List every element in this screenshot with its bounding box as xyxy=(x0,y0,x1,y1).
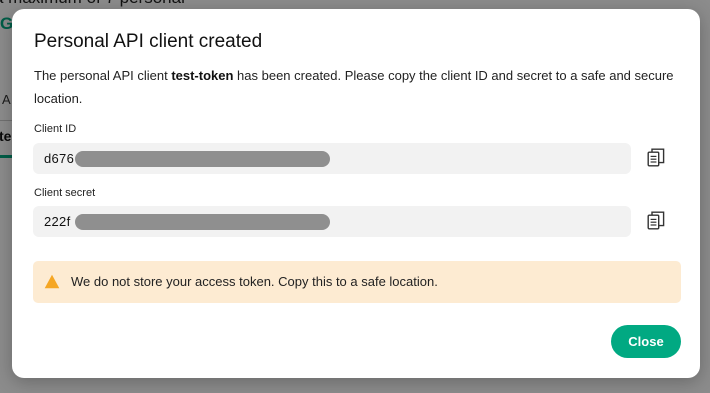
client-secret-value: 222f xyxy=(44,214,71,229)
description-text-before: The personal API client xyxy=(34,68,172,83)
dialog-description: The personal API client test-token has b… xyxy=(34,64,674,110)
warning-icon xyxy=(44,274,60,289)
client-secret-label: Client secret xyxy=(34,187,96,199)
dialog-title: Personal API client created xyxy=(34,31,263,52)
copy-icon xyxy=(647,148,665,167)
client-name: test-token xyxy=(171,68,234,83)
copy-icon xyxy=(647,211,665,230)
client-id-label: Client ID xyxy=(34,123,77,135)
warning-text: We do not store your access token. Copy … xyxy=(71,274,438,289)
copy-client-id-button[interactable] xyxy=(647,148,665,168)
client-id-value: d676 xyxy=(44,151,75,166)
warning-alert: We do not store your access token. Copy … xyxy=(33,261,681,303)
client-id-redaction xyxy=(75,151,330,167)
client-secret-field[interactable]: 222f xyxy=(33,206,631,237)
copy-client-secret-button[interactable] xyxy=(647,211,665,231)
api-client-created-dialog: Personal API client created The personal… xyxy=(12,9,700,378)
client-id-field[interactable]: d676 xyxy=(33,143,631,174)
close-button[interactable]: Close xyxy=(611,325,681,358)
client-secret-redaction xyxy=(75,214,330,230)
